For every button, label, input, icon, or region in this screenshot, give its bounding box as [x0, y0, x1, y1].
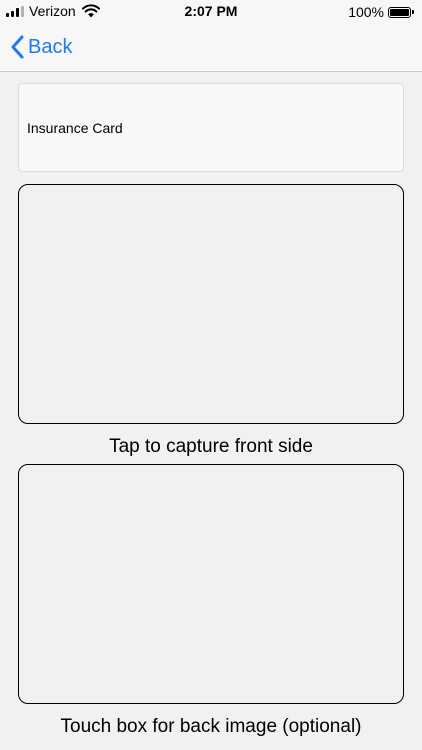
- card-name-value: Insurance Card: [27, 119, 123, 136]
- back-capture-box[interactable]: [18, 464, 404, 704]
- back-button[interactable]: Back: [10, 35, 72, 59]
- back-capture-caption: Touch box for back image (optional): [60, 716, 362, 737]
- battery-indicator: 100%: [348, 4, 414, 20]
- card-name-field[interactable]: Insurance Card: [18, 83, 404, 172]
- status-bar: Verizon 2:07 PM 100%: [0, 0, 422, 24]
- battery-percent: 100%: [348, 4, 384, 20]
- navigation-bar: Back: [0, 24, 422, 72]
- back-label: Back: [28, 35, 73, 58]
- front-capture-caption: Tap to capture front side: [109, 436, 313, 457]
- front-capture-box[interactable]: [18, 184, 404, 424]
- chevron-left-icon: [11, 35, 24, 59]
- battery-icon: [388, 6, 411, 18]
